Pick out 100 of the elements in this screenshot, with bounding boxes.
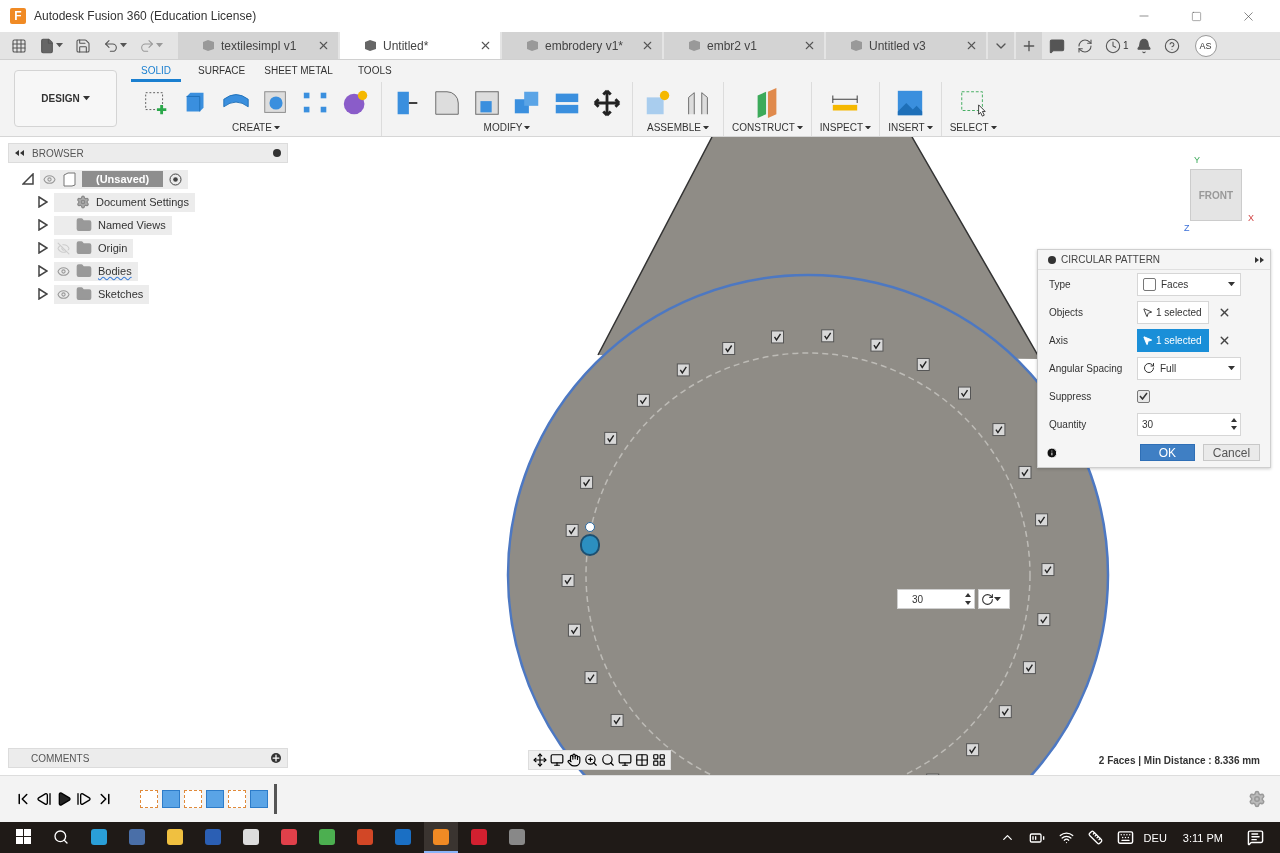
document-tab[interactable]: embr2 v1 — [664, 32, 824, 59]
drag-handle[interactable] — [579, 522, 601, 556]
app-tile-icon — [205, 828, 221, 845]
close-tab-icon[interactable] — [965, 39, 978, 52]
sketch-feature-icon[interactable] — [184, 790, 202, 808]
ribbon-tab[interactable]: TOOLS — [349, 65, 400, 82]
app-tile-icon — [357, 828, 373, 845]
caret-icon — [865, 125, 872, 130]
taskbar-app[interactable] — [424, 822, 458, 853]
radio-icon[interactable] — [169, 172, 183, 186]
document-tab[interactable]: Untitled v3 — [826, 32, 986, 59]
settings-icon[interactable] — [1248, 790, 1266, 808]
move-icon — [592, 88, 622, 118]
info-icon[interactable] — [1046, 446, 1058, 459]
tool-group-menu[interactable]: SELECT — [949, 122, 997, 133]
axis-label: Y — [1194, 155, 1200, 165]
sketch-feature-icon[interactable] — [228, 790, 246, 808]
tool-group-menu[interactable]: INSERT — [888, 122, 933, 133]
selection-field[interactable]: 1 selected — [1137, 300, 1209, 324]
caret-icon — [926, 125, 933, 130]
caret-icon — [82, 96, 90, 101]
viewports-icon[interactable] — [652, 753, 666, 767]
close-tab-icon[interactable] — [641, 39, 654, 52]
job-count[interactable]: 1 — [1123, 40, 1129, 51]
checkbox[interactable] — [1137, 389, 1150, 403]
cube-icon — [202, 39, 215, 52]
display-icon[interactable] — [618, 753, 632, 767]
spinner-arrows-icon[interactable] — [1231, 417, 1237, 431]
sketch-feature-icon[interactable] — [140, 790, 158, 808]
previous-step-icon[interactable] — [36, 791, 52, 807]
dropdown-field[interactable]: Full — [1137, 356, 1241, 380]
grid-icon[interactable] — [635, 753, 649, 767]
expand-triangle-icon[interactable] — [38, 288, 48, 300]
close-tab-icon[interactable] — [803, 39, 816, 52]
close-tab-icon[interactable] — [479, 39, 492, 52]
tool-group-menu[interactable]: MODIFY — [483, 122, 531, 133]
tool-group-menu[interactable]: CONSTRUCT — [732, 122, 803, 133]
ribbon-tab[interactable]: SURFACE — [196, 65, 248, 82]
orbit-icon[interactable] — [533, 753, 547, 767]
field-label: Angular Spacing — [1049, 362, 1124, 374]
wifi-icon[interactable] — [1058, 830, 1074, 845]
quantity-field[interactable]: 30 — [897, 589, 975, 609]
cube-icon — [688, 39, 701, 52]
gear-icon — [76, 195, 90, 209]
browser-title: BROWSER — [32, 147, 85, 159]
rotation-dropdown[interactable] — [978, 589, 1010, 609]
fit-icon[interactable] — [601, 753, 615, 767]
tool-group-menu[interactable]: ASSEMBLE — [647, 122, 709, 133]
double-arrow-icon[interactable] — [1255, 256, 1264, 263]
next-step-icon[interactable] — [76, 791, 92, 807]
document-tab[interactable]: Untitled* — [340, 32, 500, 59]
expand-triangle-icon[interactable] — [38, 265, 48, 277]
close-tab-icon[interactable] — [317, 39, 330, 52]
document-tab[interactable]: embrodery v1* — [502, 32, 662, 59]
cancel-button[interactable]: Cancel — [1202, 444, 1260, 461]
folder-icon — [76, 286, 92, 302]
save-icon — [75, 37, 91, 54]
notification-icon[interactable] — [1247, 829, 1264, 846]
zoom-icon[interactable] — [584, 753, 598, 767]
workspace-dropdown[interactable]: DESIGN — [14, 70, 117, 127]
clock-icon[interactable] — [1105, 37, 1121, 54]
tool-group-menu[interactable]: INSPECT — [819, 122, 872, 133]
timeline-marker[interactable] — [274, 784, 277, 814]
look-at-icon[interactable] — [550, 753, 564, 767]
add-icon[interactable] — [271, 753, 281, 763]
ok-button[interactable]: OK — [1139, 444, 1195, 461]
expand-triangle-icon[interactable] — [38, 196, 48, 208]
play-icon[interactable] — [56, 791, 72, 807]
shell-icon — [472, 88, 502, 118]
axis-label: X — [1248, 213, 1254, 223]
caret-icon — [990, 125, 997, 130]
expand-triangle-icon[interactable] — [38, 242, 48, 254]
new-tab-button[interactable] — [1016, 32, 1042, 59]
field-label: Type — [1049, 278, 1072, 290]
user-avatar[interactable]: AS — [1194, 34, 1217, 57]
ribbon-tab[interactable]: SHEET METAL — [262, 65, 335, 82]
pan-icon[interactable] — [567, 753, 581, 767]
caret-icon — [120, 43, 127, 48]
ribbon-tab[interactable]: SOLID — [131, 65, 181, 82]
clock-text[interactable]: 3:11 PM — [1182, 831, 1223, 844]
selection-field[interactable]: 1 selected — [1137, 328, 1209, 352]
expanded-triangle-icon[interactable] — [22, 173, 34, 185]
cube-icon — [526, 39, 539, 52]
app-tile-icon — [129, 828, 145, 845]
app-tile-icon — [243, 828, 259, 845]
spinner-arrows-icon[interactable] — [965, 592, 971, 606]
double-arrow-icon[interactable] — [15, 150, 24, 156]
spinner-field[interactable]: 30 — [1137, 412, 1241, 436]
dropdown-field[interactable]: Faces — [1137, 272, 1241, 296]
app-tile-icon — [91, 828, 107, 845]
language-indicator[interactable]: DEU — [1143, 831, 1167, 844]
caret-icon — [796, 125, 803, 130]
folder-icon — [76, 263, 92, 279]
expand-triangle-icon[interactable] — [38, 219, 48, 231]
keyboard-icon[interactable] — [1116, 829, 1134, 846]
app-tile-icon — [509, 828, 525, 845]
redo-icon — [139, 37, 155, 54]
tool-group-menu[interactable]: CREATE — [232, 122, 280, 133]
document-tab[interactable]: textilesimpl v1 — [178, 32, 338, 59]
rotate-icon — [1143, 362, 1155, 374]
